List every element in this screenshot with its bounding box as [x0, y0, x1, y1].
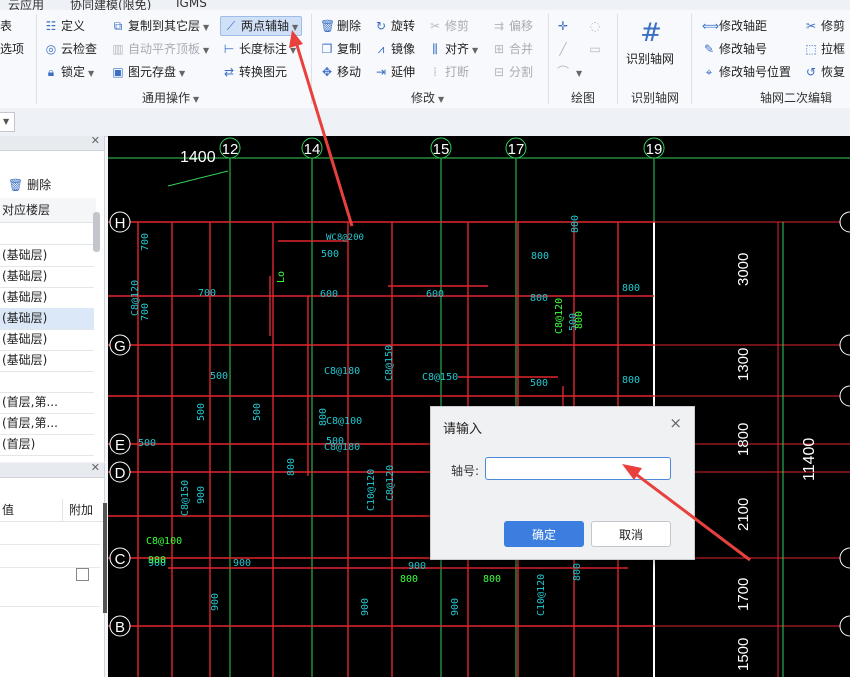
annotation-arrow-1 [289, 30, 354, 227]
annotation-arrow-2 [622, 464, 751, 562]
annotation-overlay [289, 30, 751, 562]
